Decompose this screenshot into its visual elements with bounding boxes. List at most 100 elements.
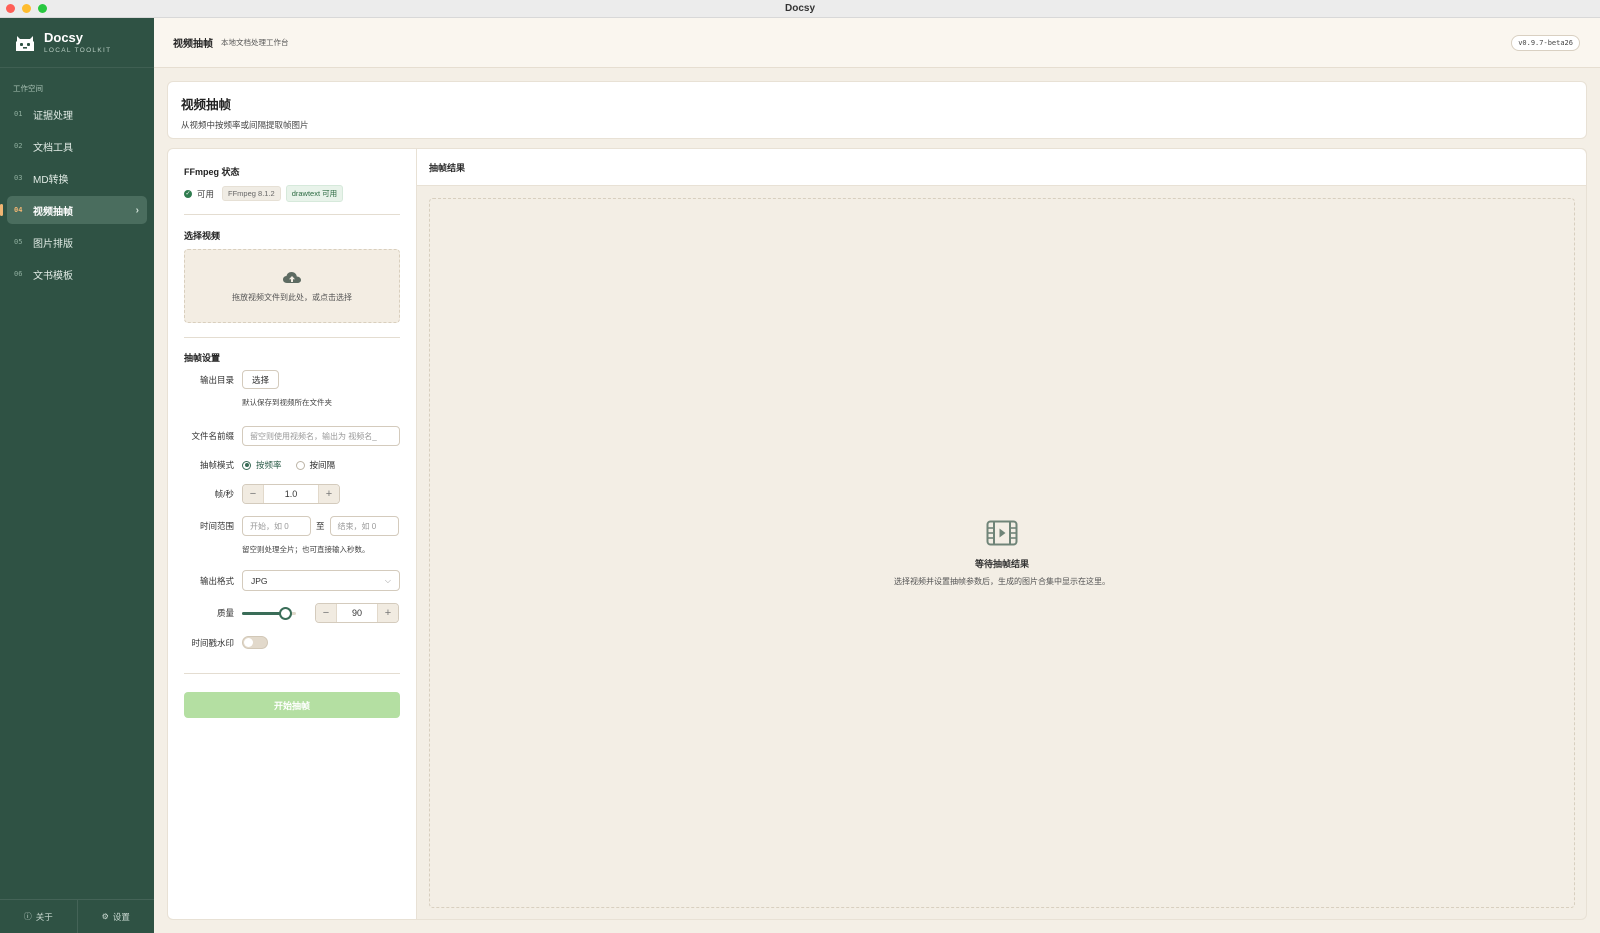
results-title: 抽帧结果	[417, 149, 1586, 186]
minimize-window-button[interactable]	[22, 4, 31, 13]
ffmpeg-status-text: 可用	[197, 188, 215, 199]
about-label: 关于	[35, 911, 53, 922]
quality-increment-button[interactable]: +	[378, 604, 398, 622]
time-range-hint: 留空则处理全片；也可直接输入秒数。	[242, 545, 370, 554]
sidebar-item-number: 03	[14, 174, 23, 182]
sidebar-item-templates[interactable]: 06 文书模板	[7, 260, 147, 288]
fps-input[interactable]: 1.0	[263, 485, 319, 503]
zoom-window-button[interactable]	[38, 4, 47, 13]
filename-prefix-input[interactable]: 留空则使用视频名，输出为 视频名_	[242, 426, 400, 446]
active-indicator	[0, 204, 3, 216]
about-button[interactable]: ⓘ 关于	[0, 900, 77, 933]
chevron-down-icon: ⌵	[384, 575, 391, 585]
time-end-input[interactable]: 结束，如 0	[329, 516, 399, 536]
results-panel: 抽帧结果 等待抽帧结果 选择视频并设置抽帧参数后，生成的图片合集中显示在这里。	[417, 148, 1587, 920]
radio-label: 按间隔	[309, 460, 336, 470]
header-subtitle: 本地文档处理工作台	[221, 38, 289, 47]
sidebar-item-label: 视频抽帧	[33, 206, 73, 218]
check-circle-icon: ✓	[184, 189, 192, 198]
radio-dot	[295, 460, 305, 470]
divider	[184, 214, 400, 215]
radio-label: 按频率	[256, 460, 282, 470]
brand: Docsy LOCAL TOOLKIT	[0, 18, 154, 68]
empty-state-title: 等待抽帧结果	[974, 559, 1029, 569]
fps-label: 帧/秒	[214, 489, 234, 499]
sidebar-item-label: MD转换	[33, 174, 69, 186]
info-icon: ⓘ	[23, 912, 32, 921]
format-row: 输出格式 JPG ⌵	[184, 570, 400, 591]
sidebar-item-number: 01	[14, 110, 23, 118]
sidebar-footer: ⓘ 关于 ⚙ 设置	[0, 899, 154, 933]
sidebar-item-label: 图片排版	[33, 238, 73, 250]
close-window-button[interactable]	[6, 4, 15, 13]
page-header: 视频抽帧 从视频中按频率或间隔提取帧图片	[167, 81, 1587, 139]
time-start-input[interactable]: 开始，如 0	[242, 516, 311, 536]
window-title: Docsy	[784, 3, 815, 14]
cloud-upload-icon	[283, 271, 301, 283]
mode-by-rate-radio[interactable]: 按频率	[242, 459, 282, 471]
drop-zone-text: 拖放视频文件到此处，或点击选择	[232, 292, 352, 302]
output-format-select[interactable]: JPG ⌵	[242, 570, 400, 591]
ffmpeg-status-title: FFmpeg 状态	[184, 167, 240, 177]
divider	[184, 337, 400, 338]
ffmpeg-version-tag: FFmpeg 8.1.2	[222, 186, 281, 201]
fps-row: 帧/秒 − 1.0 +	[184, 484, 400, 504]
settings-panel: FFmpeg 状态 ✓ 可用 FFmpeg 8.1.2 drawtext 可用 …	[167, 148, 417, 920]
quality-decrement-button[interactable]: −	[316, 604, 336, 622]
output-dir-row: 输出目录 选择	[184, 370, 400, 389]
window-controls	[6, 4, 47, 13]
quality-row: 质量 − 90 +	[184, 603, 400, 623]
page-description: 从视频中按频率或间隔提取帧图片	[181, 120, 309, 130]
sidebar-item-number: 02	[14, 142, 23, 150]
prefix-row: 文件名前缀 留空则使用视频名，输出为 视频名_	[184, 426, 400, 446]
drawtext-tag: drawtext 可用	[285, 185, 344, 202]
time-range-label: 时间范围	[199, 521, 234, 531]
brand-name: Docsy	[44, 30, 84, 45]
timestamp-watermark-toggle[interactable]	[242, 636, 268, 649]
start-extract-button[interactable]: 开始抽帧	[184, 692, 400, 718]
mode-by-interval-radio[interactable]: 按间隔	[295, 459, 336, 471]
choose-output-dir-button[interactable]: 选择	[242, 370, 280, 389]
divider	[184, 673, 400, 674]
output-format-value: JPG	[251, 575, 268, 586]
frame-settings-title: 抽帧设置	[184, 353, 221, 363]
results-area: 等待抽帧结果 选择视频并设置抽帧参数后，生成的图片合集中显示在这里。	[429, 198, 1575, 908]
fps-increment-button[interactable]: +	[319, 485, 339, 503]
sidebar-item-doc-tools[interactable]: 02 文档工具	[7, 132, 147, 160]
sidebar-item-md-convert[interactable]: 03 MD转换	[7, 164, 147, 192]
slider-thumb[interactable]	[278, 607, 292, 620]
mode-row: 抽帧模式 按频率 按间隔	[184, 459, 400, 471]
select-video-title: 选择视频	[184, 231, 221, 241]
settings-label: 设置	[112, 911, 130, 922]
header: 视频抽帧 本地文档处理工作台 v0.9.7-beta26	[154, 18, 1600, 68]
sidebar-item-label: 证据处理	[33, 110, 73, 122]
quality-stepper: − 90 +	[315, 603, 399, 623]
output-dir-label: 输出目录	[199, 374, 234, 385]
gear-icon: ⚙	[101, 912, 109, 921]
sidebar-item-label: 文档工具	[33, 142, 73, 154]
quality-label: 质量	[216, 608, 234, 618]
watermark-row: 时间戳水印	[184, 636, 400, 649]
empty-state-description: 选择视频并设置抽帧参数后，生成的图片合集中显示在这里。	[894, 577, 1110, 586]
version-badge: v0.9.7-beta26	[1511, 35, 1580, 51]
ffmpeg-status-row: ✓ 可用 FFmpeg 8.1.2 drawtext 可用	[184, 185, 400, 202]
sidebar-item-number: 04	[14, 206, 23, 214]
window-titlebar: Docsy	[0, 0, 1600, 18]
output-dir-hint: 默认保存到视频所在文件夹	[242, 398, 332, 407]
video-drop-zone[interactable]: 拖放视频文件到此处，或点击选择	[184, 249, 400, 323]
sidebar-item-image-layout[interactable]: 05 图片排版	[7, 228, 147, 256]
page-title: 视频抽帧	[181, 98, 232, 112]
header-title: 视频抽帧	[173, 39, 213, 50]
quality-slider[interactable]	[242, 606, 296, 620]
quality-input[interactable]: 90	[336, 604, 378, 622]
sidebar: Docsy LOCAL TOOLKIT 工作空间 01 证据处理 02 文档工具…	[0, 18, 154, 933]
range-separator: 至	[316, 521, 325, 531]
fps-decrement-button[interactable]: −	[243, 485, 263, 503]
settings-button[interactable]: ⚙ 设置	[76, 900, 155, 933]
toolbox-icon	[16, 35, 34, 51]
time-range-row: 时间范围 开始，如 0 至 结束，如 0	[184, 516, 400, 536]
brand-subtitle: LOCAL TOOLKIT	[44, 47, 112, 54]
fps-stepper: − 1.0 +	[242, 484, 340, 504]
sidebar-item-evidence[interactable]: 01 证据处理	[7, 100, 147, 128]
sidebar-item-video-frames[interactable]: 04 视频抽帧 ›	[0, 196, 147, 224]
